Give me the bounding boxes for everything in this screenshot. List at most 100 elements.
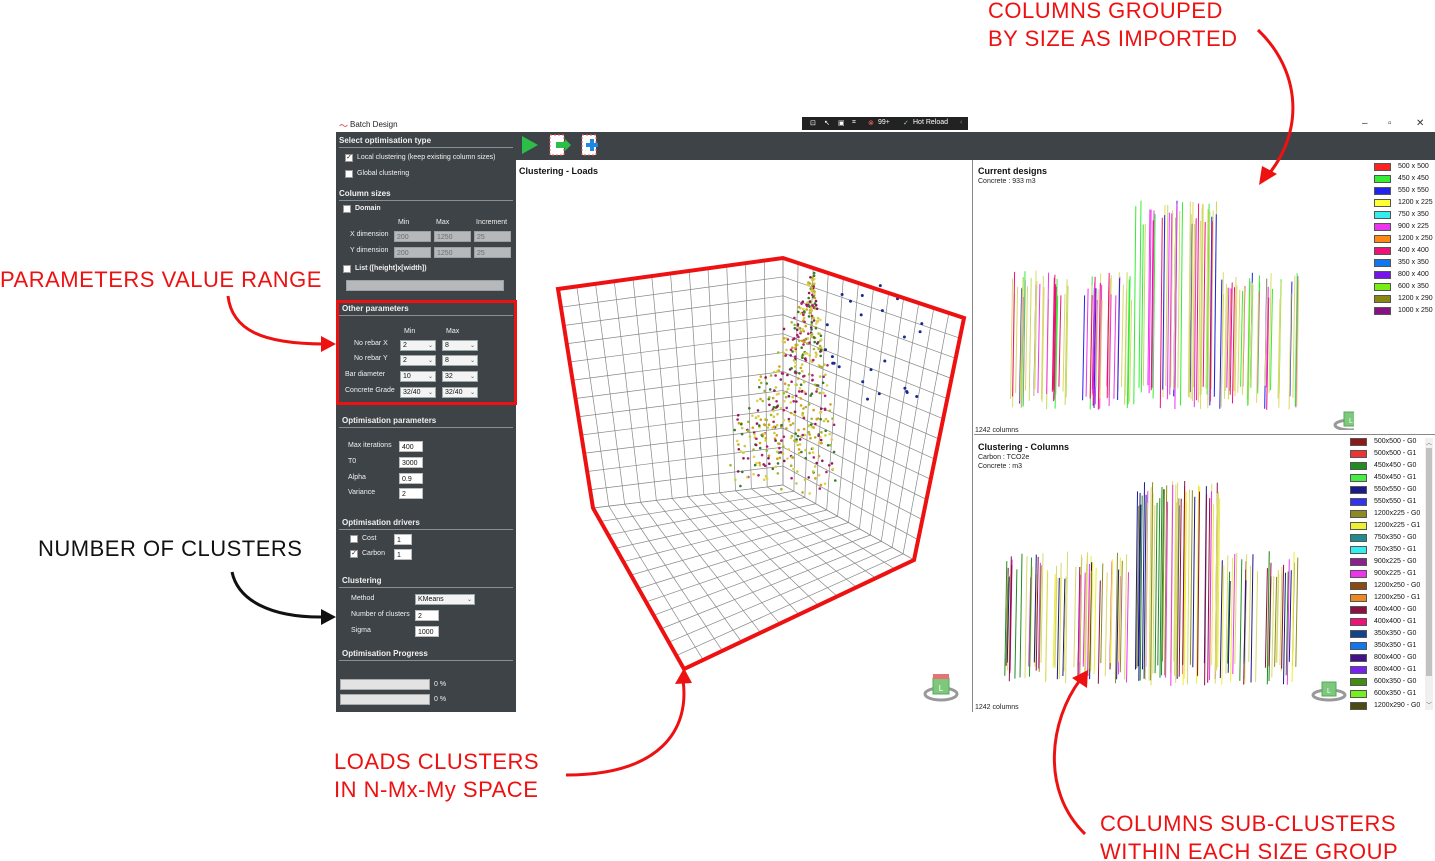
select-element-icon[interactable]: ⊡ [810,119,816,127]
load-point [800,450,803,454]
y-min-field[interactable]: 200 [394,247,431,258]
load-point [832,423,836,427]
view-cube[interactable]: L [923,674,959,702]
binding-failures-count[interactable]: 99+ [878,119,890,126]
load-point [778,446,781,450]
add-design-button[interactable] [581,134,598,156]
alpha-field[interactable]: 0.9 [399,473,423,484]
cost-checkbox[interactable] [350,535,358,543]
x-min-field[interactable]: 200 [394,231,431,242]
grid-line [891,307,935,548]
local-clustering-checkbox[interactable]: ✓ [345,154,353,162]
t0-field[interactable]: 3000 [399,457,423,468]
binding-failures-icon[interactable]: ⊗ [868,119,874,127]
list-checkbox[interactable] [343,265,351,273]
variance-field[interactable]: 2 [399,488,423,499]
scroll-down-icon[interactable]: ﹀ [1426,700,1432,709]
load-point [813,436,817,439]
scroll-thumb[interactable] [1426,448,1432,676]
grid-line [782,484,915,561]
column-line [1100,563,1104,664]
domain-checkbox[interactable] [343,205,351,213]
load-point [883,359,887,363]
maximize-button[interactable]: ▫ [1388,118,1392,129]
load-point [759,375,763,378]
load-point [834,479,837,482]
load-point [812,274,816,277]
load-point [812,347,816,351]
load-point [813,336,816,339]
legend-swatch [1350,690,1367,698]
global-clustering-label: Global clustering [357,170,410,177]
column-line [1024,556,1028,679]
run-button[interactable] [522,136,538,154]
load-point [781,339,785,343]
legend-swatch [1350,594,1367,602]
alpha-label: Alpha [348,474,366,481]
max-iterations-field[interactable]: 400 [399,441,423,452]
load-point [791,456,795,459]
legend-label: 350x350 - G0 [1374,630,1417,637]
grid-line [782,352,944,420]
number-of-clusters-field[interactable]: 2 [415,610,439,621]
legend-swatch [1350,570,1367,578]
sigma-label: Sigma [351,627,371,634]
method-select[interactable]: KMeans ⌄ [415,594,475,605]
load-point [774,374,777,377]
load-point [804,338,807,341]
load-point [807,373,811,376]
view-cube[interactable]: L [1333,411,1354,430]
load-point [824,434,827,437]
column-line [1237,289,1241,393]
global-clustering-checkbox[interactable] [345,170,353,178]
load-point [775,400,778,403]
legend-label: 350 x 350 [1398,259,1429,266]
x-increment-field[interactable]: 25 [474,231,511,242]
load-point [771,396,775,400]
load-point [805,304,809,308]
current-designs-viewport[interactable]: Current designs Concrete : 933 m3 L 1242… [974,160,1435,435]
minimize-button[interactable]: – [1362,118,1368,129]
cost-weight-field[interactable]: 1 [394,534,412,545]
view-cube-letter: L [939,684,944,693]
column-line [1142,223,1146,386]
track-focus-icon[interactable]: ⌗ [852,119,856,127]
window-title: Batch Design [350,120,398,129]
load-point [772,370,776,374]
hot-reload-label[interactable]: Hot Reload [913,119,948,126]
legend-scrollbar[interactable]: ︿ ﹀ [1425,438,1433,710]
columns-clustering-viewport[interactable]: Clustering - Columns Carbon : TCO2e Conc… [974,436,1435,712]
load-point [798,387,802,390]
progress-bar-1 [340,679,430,690]
sigma-field[interactable]: 1000 [415,626,439,637]
carbon-checkbox[interactable]: ✓ [350,550,358,558]
view-cube[interactable]: L [1311,681,1347,702]
load-point [776,457,779,461]
y-max-field[interactable]: 1250 [434,247,471,258]
layout-adorner-icon[interactable]: ▣ [838,119,845,127]
load-point [776,472,780,475]
legend-swatch [1350,546,1367,554]
close-button[interactable]: ✕ [1416,118,1424,129]
load-point [812,408,815,412]
list-sizes-field[interactable] [346,280,504,291]
collapse-chevron-icon[interactable]: ‹ [960,119,962,126]
export-button[interactable] [549,134,571,156]
pointer-icon[interactable]: ↖ [824,119,830,127]
load-point [817,454,821,458]
carbon-weight-field[interactable]: 1 [394,549,412,560]
scroll-up-icon[interactable]: ︿ [1426,438,1432,447]
column-line [1239,559,1243,681]
load-point [747,420,750,424]
column-line [1073,566,1077,668]
y-increment-field[interactable]: 25 [474,247,511,258]
load-point [814,351,818,355]
load-point [775,434,779,437]
load-point [778,365,781,368]
loads-3d-viewport[interactable]: Clustering - Loads L [516,160,973,712]
load-point [791,395,794,399]
load-point [794,432,797,435]
legend-swatch [1374,187,1391,195]
x-max-field[interactable]: 1250 [434,231,471,242]
load-point [785,348,788,352]
